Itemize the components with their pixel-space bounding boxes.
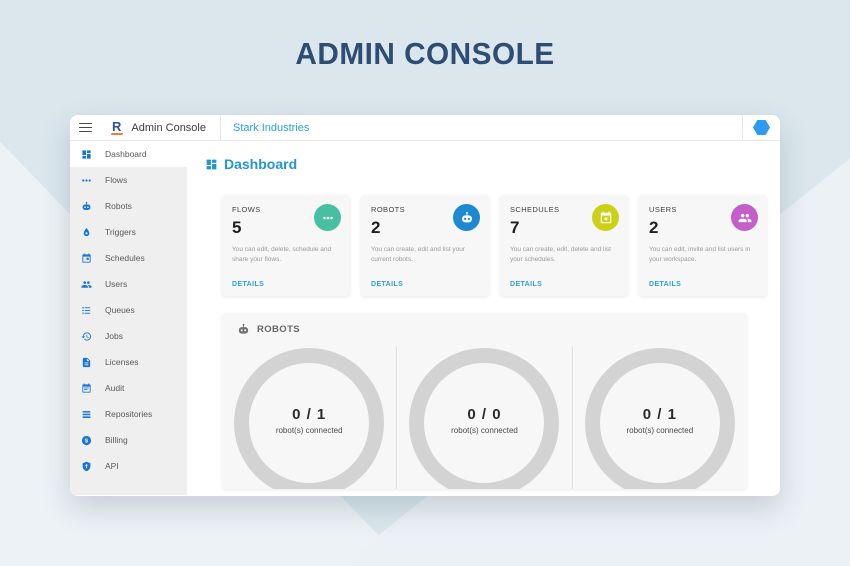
card-description: You can create, edit, delete and list yo…	[510, 245, 618, 265]
card-description: You can edit, delete, schedule and share…	[232, 245, 340, 265]
users-icon	[81, 279, 92, 290]
robot-gauge: 0 / 0 robot(s) connected	[396, 346, 571, 489]
admin-console-window: R Admin Console Stark Industries Dashboa…	[70, 115, 780, 496]
card-description: You can edit, invite and list users in y…	[649, 245, 757, 265]
robots-panel-header: ROBOTS	[222, 313, 747, 346]
ellipsis-icon	[81, 175, 92, 186]
sidebar-item-api[interactable]: API	[70, 453, 187, 479]
dashboard-icon	[81, 149, 92, 160]
robot-icon	[453, 204, 480, 231]
robot-gauge: 0 / 1 robot(s) connected	[572, 346, 747, 489]
sidebar-item-label: Repositories	[105, 409, 152, 419]
sidebar-item-billing[interactable]: $ Billing	[70, 427, 187, 453]
sidebar-item-schedules[interactable]: Schedules	[70, 245, 187, 271]
sidebar-item-label: Robots	[105, 201, 132, 211]
sidebar-item-label: Queues	[105, 305, 135, 315]
document-icon	[81, 357, 92, 368]
list-bars-icon	[81, 409, 92, 420]
app-logo: R	[112, 120, 121, 136]
history-icon	[81, 331, 92, 342]
gauge-caption: robot(s) connected	[222, 426, 396, 435]
details-link[interactable]: DETAILS	[371, 281, 403, 288]
sidebar-item-robots[interactable]: Robots	[70, 193, 187, 219]
sidebar-item-label: Triggers	[105, 227, 136, 237]
sidebar-item-label: Audit	[105, 383, 124, 393]
shield-icon	[81, 461, 92, 472]
calendar-icon	[81, 253, 92, 264]
details-link[interactable]: DETAILS	[649, 281, 681, 288]
sidebar-item-repositories[interactable]: Repositories	[70, 401, 187, 427]
sidebar-item-label: API	[105, 461, 119, 471]
sidebar-item-audit[interactable]: Audit	[70, 375, 187, 401]
sidebar-item-label: Licenses	[105, 357, 139, 367]
app-name: Admin Console	[131, 122, 220, 134]
sidebar-item-label: Dashboard	[105, 149, 147, 159]
robot-icon	[237, 323, 250, 336]
robot-gauge: 0 / 1 robot(s) connected	[222, 346, 396, 489]
workspace-name[interactable]: Stark Industries	[221, 122, 309, 134]
calendar-plus-icon	[592, 204, 619, 231]
audit-calendar-icon	[81, 383, 92, 394]
dashboard-icon	[205, 158, 218, 171]
gauge-caption: robot(s) connected	[397, 426, 571, 435]
sidebar-item-label: Schedules	[105, 253, 145, 263]
header-divider	[742, 115, 743, 141]
sidebar-item-licenses[interactable]: Licenses	[70, 349, 187, 375]
queue-list-icon	[81, 305, 92, 316]
heading-text: Dashboard	[224, 156, 297, 172]
robot-icon	[81, 201, 92, 212]
panel-title: ROBOTS	[257, 324, 300, 335]
robot-gauges: 0 / 1 robot(s) connected 0 / 0 robot(s) …	[222, 346, 747, 489]
sidebar-item-label: Billing	[105, 435, 128, 445]
gauge-value: 0 / 0	[397, 406, 571, 423]
sidebar-item-label: Flows	[105, 175, 127, 185]
details-link[interactable]: DETAILS	[510, 281, 542, 288]
main-content: Dashboard FLOWS 5 You can edit, delete, …	[187, 141, 780, 495]
sidebar-item-users[interactable]: Users	[70, 271, 187, 297]
page-title: ADMIN CONSOLE	[17, 36, 833, 72]
window-header: R Admin Console Stark Industries	[70, 115, 780, 141]
sidebar-item-flows[interactable]: Flows	[70, 167, 187, 193]
sidebar-item-dashboard[interactable]: Dashboard	[70, 141, 187, 167]
stat-cards-row: FLOWS 5 You can edit, delete, schedule a…	[222, 195, 748, 296]
details-link[interactable]: DETAILS	[232, 281, 264, 288]
sidebar-item-triggers[interactable]: Triggers	[70, 219, 187, 245]
sidebar-item-label: Users	[105, 279, 127, 289]
sidebar-item-label: Jobs	[105, 331, 123, 341]
card-description: You can create, edit and list your curre…	[371, 245, 479, 265]
gauge-value: 0 / 1	[222, 406, 396, 423]
stat-card-flows: FLOWS 5 You can edit, delete, schedule a…	[222, 195, 350, 296]
group-icon	[731, 204, 758, 231]
robots-panel: ROBOTS 0 / 1 robot(s) connected 0 / 0	[222, 313, 747, 489]
sidebar-item-queues[interactable]: Queues	[70, 297, 187, 323]
stat-card-schedules: SCHEDULES 7 You can create, edit, delete…	[500, 195, 628, 296]
gauge-caption: robot(s) connected	[573, 426, 747, 435]
menu-icon[interactable]	[70, 123, 100, 133]
billing-dollar-icon: $	[81, 435, 92, 446]
ellipsis-icon	[314, 204, 341, 231]
trigger-drop-icon	[81, 227, 92, 238]
stat-card-users: USERS 2 You can edit, invite and list us…	[639, 195, 767, 296]
avatar[interactable]	[753, 120, 770, 135]
sidebar: Dashboard Flows Robots Triggers Schedule…	[70, 141, 187, 495]
stat-card-robots: ROBOTS 2 You can create, edit and list y…	[361, 195, 489, 296]
gauge-value: 0 / 1	[573, 406, 747, 423]
page-heading: Dashboard	[205, 156, 780, 172]
sidebar-item-jobs[interactable]: Jobs	[70, 323, 187, 349]
